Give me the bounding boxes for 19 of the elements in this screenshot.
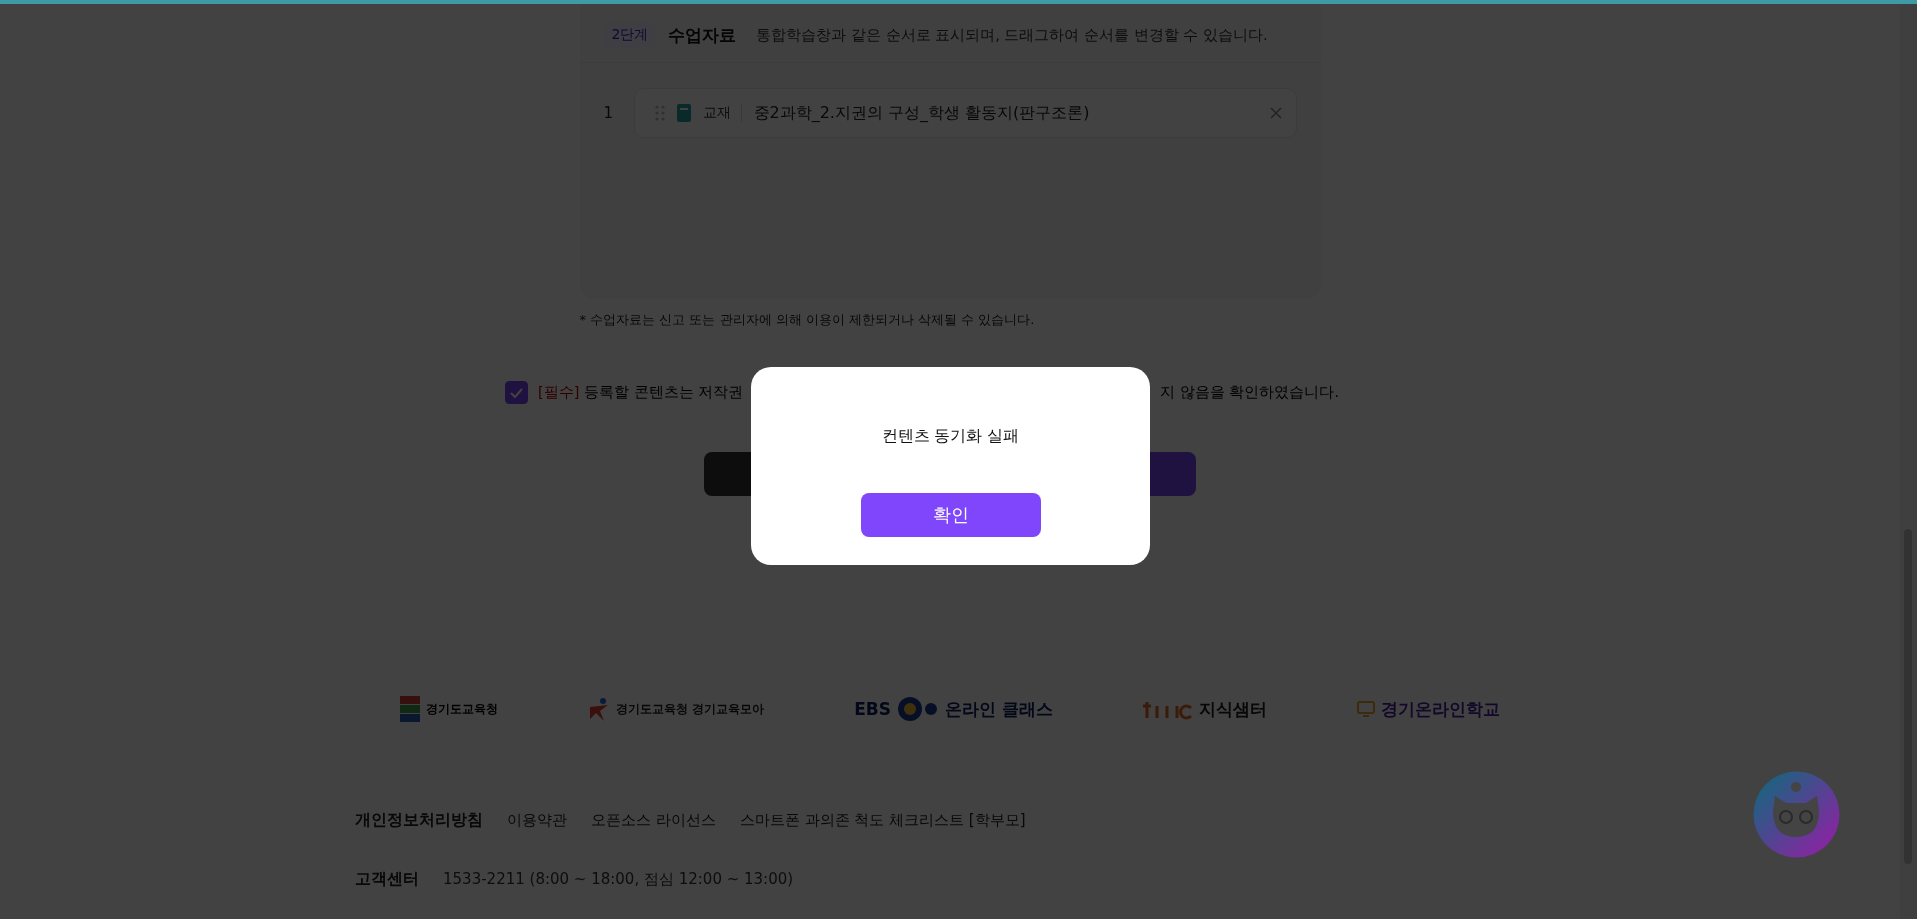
row-number: 1 [603,104,615,122]
footer-link[interactable]: 오픈소스 라이선스 [591,811,716,830]
logo-text: 경기도교육청 [426,700,498,718]
footer-link[interactable]: 개인정보처리방침 [355,810,483,831]
logo-text: 경기도교육청 경기교육모아 [616,700,765,718]
logo-text: 온라인 클래스 [945,697,1053,721]
material-title: 중2과학_2.지권의 구성_학생 활동지(판구조론) [753,102,1091,124]
logo-text: EBS [854,699,892,719]
confirm-button[interactable]: 확인 [860,493,1041,537]
section-title: 수업자료 [668,23,737,47]
footer-link[interactable]: 스마트폰 과의존 척도 체크리스트 [학부모] [739,811,1026,830]
agreement-text: 지 않음을 확인하였습니다. [1160,383,1339,402]
logo-text: 경기온라인학교 [1381,697,1500,721]
logo-text: 지식샘터 [1199,697,1267,721]
customer-center-label: 고객센터 [355,869,419,890]
agreement-text: [필수] 등록할 콘텐츠는 저작권 [538,383,744,402]
cat-avatar-icon[interactable] [1753,771,1840,858]
dialog-message: 컨텐츠 동기화 실패 [881,426,1020,447]
footer-link[interactable]: 이용약관 [507,811,567,830]
